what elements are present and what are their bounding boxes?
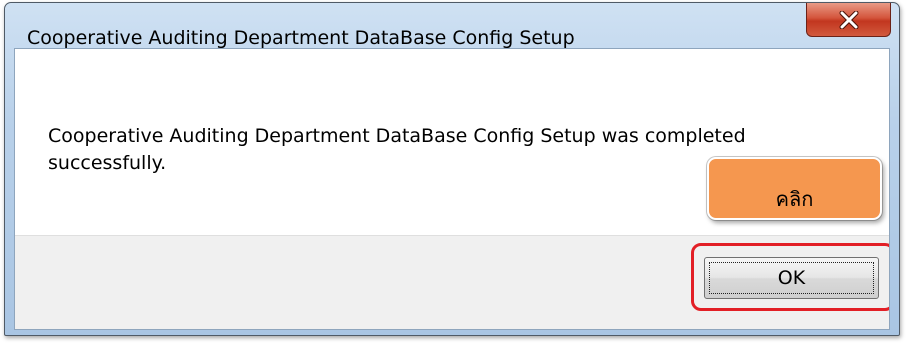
- button-bar: OK: [15, 235, 889, 329]
- window-title: Cooperative Auditing Department DataBase…: [27, 27, 575, 49]
- close-icon: [839, 10, 858, 29]
- ok-button[interactable]: OK: [704, 257, 879, 299]
- close-button[interactable]: [806, 3, 891, 37]
- click-callout: คลิก: [707, 157, 882, 220]
